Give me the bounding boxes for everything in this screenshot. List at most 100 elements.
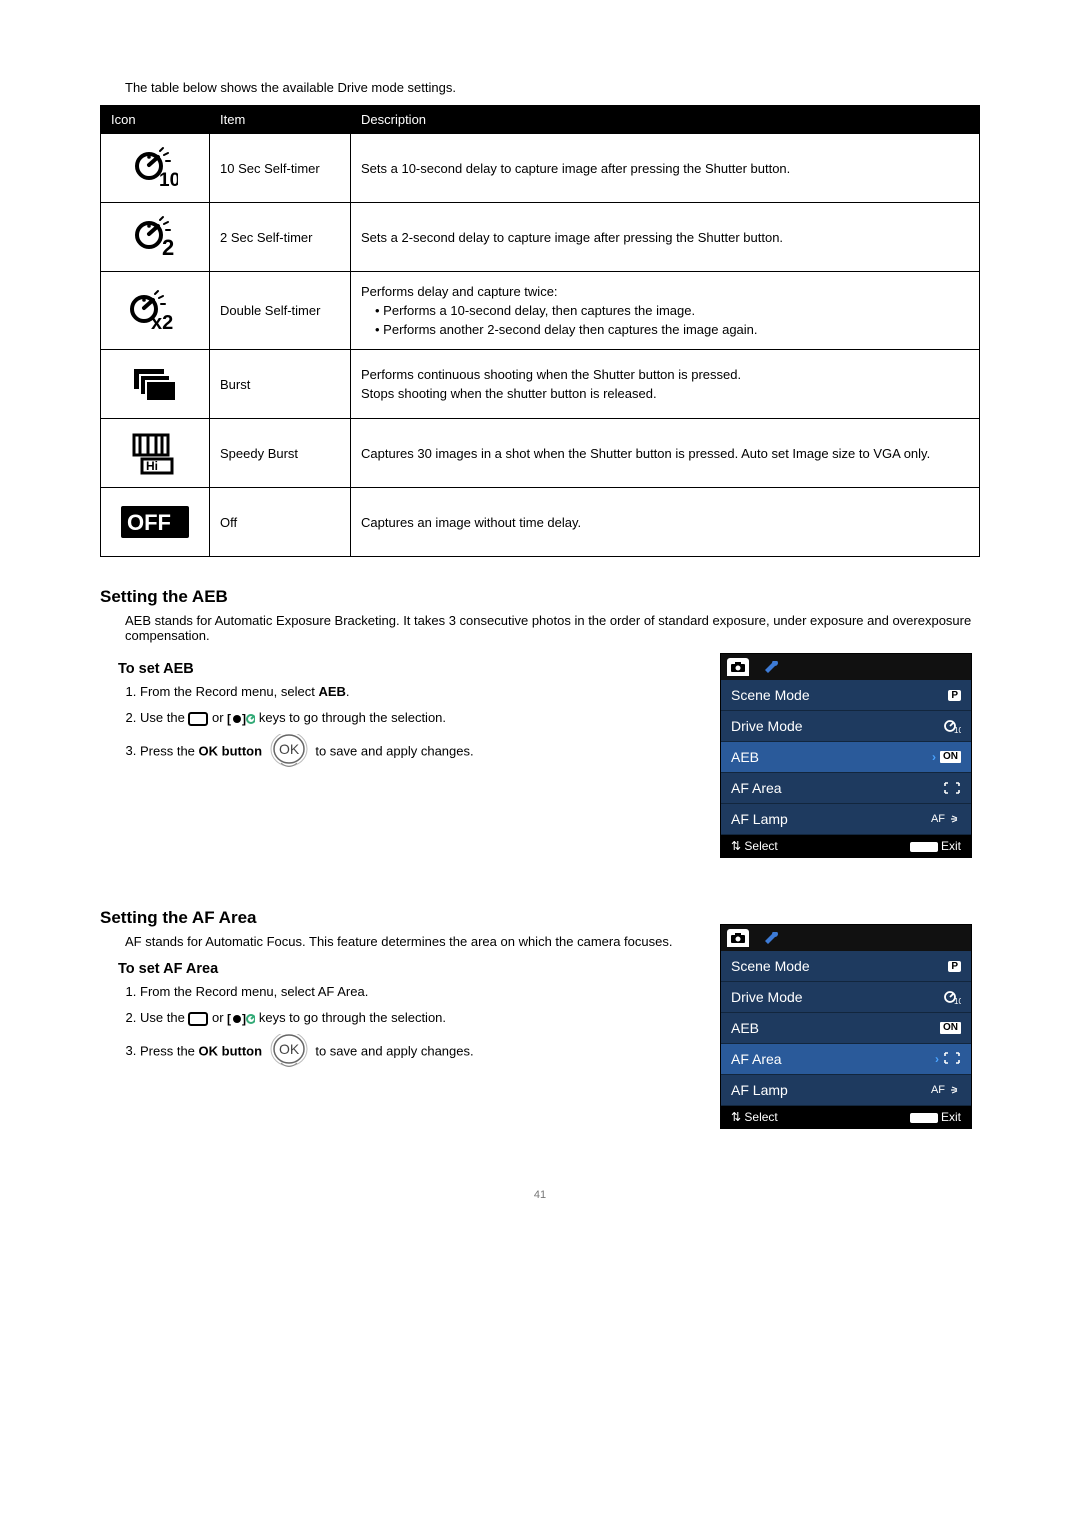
af-area-value-icon bbox=[943, 1051, 961, 1068]
list-item: From the Record menu, select AF Area. bbox=[140, 981, 700, 1003]
self-timer-2-icon: 2 bbox=[132, 228, 178, 243]
menu-item-af-lamp: AF Lamp AF bbox=[721, 1075, 971, 1106]
menu-label: Scene Mode bbox=[731, 958, 810, 974]
footer-select: Select bbox=[744, 1110, 777, 1124]
item-label: 10 Sec Self-timer bbox=[210, 134, 351, 203]
th-item: Item bbox=[210, 106, 351, 134]
camera-tab-icon bbox=[727, 929, 749, 947]
wrench-tab-icon bbox=[759, 929, 781, 947]
desc-bullet: Performs a 10-second delay, then capture… bbox=[383, 303, 695, 318]
item-description: Captures an image without time delay. bbox=[351, 488, 980, 557]
svg-text:2: 2 bbox=[162, 235, 174, 260]
list-item: Press the OK button OK to save and apply… bbox=[140, 1034, 700, 1070]
camera-tab-icon bbox=[727, 658, 749, 676]
menu-item-drive-mode: Drive Mode 10 bbox=[721, 982, 971, 1013]
flash-self-timer-key-icon: [ ] bbox=[227, 1008, 255, 1030]
aeb-paragraph: AEB stands for Automatic Exposure Bracke… bbox=[125, 613, 980, 643]
step-bold: OK button bbox=[199, 1043, 263, 1058]
menu-item-af-area: AF Area › bbox=[721, 1044, 971, 1075]
af-lamp-value-icon: AF bbox=[931, 1084, 961, 1096]
step-text: or bbox=[212, 710, 227, 725]
svg-text:[: [ bbox=[227, 1012, 231, 1026]
page-number: 41 bbox=[100, 1189, 980, 1201]
p-badge-icon: P bbox=[948, 961, 961, 972]
svg-text:OFF: OFF bbox=[127, 510, 171, 535]
item-label: Double Self-timer bbox=[210, 272, 351, 350]
item-description: Sets a 10-second delay to capture image … bbox=[351, 134, 980, 203]
macro-key-icon bbox=[188, 708, 208, 730]
table-row: 2 2 Sec Self-timer Sets a 2-second delay… bbox=[101, 203, 980, 272]
arrow-right-icon: › bbox=[932, 750, 936, 764]
step-text: Press the bbox=[140, 743, 199, 758]
aeb-steps: From the Record menu, select AEB. Use th… bbox=[140, 681, 700, 770]
burst-icon bbox=[130, 375, 180, 390]
desc-bullet: Performs another 2-second delay then cap… bbox=[383, 322, 757, 337]
af-area-value-icon bbox=[943, 781, 961, 795]
ok-button-icon: OK bbox=[266, 1034, 312, 1070]
svg-text:10: 10 bbox=[954, 997, 961, 1005]
item-description: Performs delay and capture twice: • Perf… bbox=[351, 272, 980, 350]
camera-menu-aeb: Scene Mode P Drive Mode 10 AEB › ON AF A… bbox=[720, 653, 972, 858]
list-item: Press the OK button OK to save and apply… bbox=[140, 734, 700, 770]
th-icon: Icon bbox=[101, 106, 210, 134]
af-area-steps: From the Record menu, select AF Area. Us… bbox=[140, 981, 700, 1070]
step-text: keys to go through the selection. bbox=[259, 1010, 446, 1025]
step-text: or bbox=[212, 1010, 227, 1025]
desc-intro: Performs delay and capture twice: bbox=[361, 284, 969, 299]
item-description: Performs continuous shooting when the Sh… bbox=[351, 350, 980, 419]
step-bold: OK button bbox=[199, 743, 263, 758]
off-icon: OFF bbox=[120, 513, 190, 528]
step-bold: AEB bbox=[318, 684, 345, 699]
svg-text:10: 10 bbox=[954, 726, 961, 734]
updown-arrows-icon: ⇅ bbox=[731, 839, 741, 853]
item-description: Captures 30 images in a shot when the Sh… bbox=[351, 419, 980, 488]
svg-text:]: ] bbox=[242, 1012, 246, 1026]
menu-label: Drive Mode bbox=[731, 989, 803, 1005]
to-set-af-area-heading: To set AF Area bbox=[118, 961, 700, 977]
on-badge-icon: ON bbox=[940, 1022, 961, 1034]
step-text: Use the bbox=[140, 710, 188, 725]
footer-exit: Exit bbox=[941, 1110, 961, 1124]
setting-the-aeb-heading: Setting the AEB bbox=[100, 587, 980, 607]
menu-label: AF Area bbox=[731, 1051, 782, 1067]
menu-item-scene-mode: Scene Mode P bbox=[721, 680, 971, 711]
updown-arrows-icon: ⇅ bbox=[731, 1110, 741, 1124]
drive-mode-table: Icon Item Description bbox=[100, 105, 980, 557]
list-item: Use the or [ ] keys to go through the se… bbox=[140, 1007, 700, 1030]
th-description: Description bbox=[351, 106, 980, 134]
table-row: Burst Performs continuous shooting when … bbox=[101, 350, 980, 419]
menu-item-drive-mode: Drive Mode 10 bbox=[721, 711, 971, 742]
menu-item-aeb: AEB › ON bbox=[721, 742, 971, 773]
desc-line: Stops shooting when the shutter button i… bbox=[361, 386, 969, 401]
item-label: Off bbox=[210, 488, 351, 557]
flash-self-timer-key-icon: [ ] bbox=[227, 708, 255, 730]
item-label: 2 Sec Self-timer bbox=[210, 203, 351, 272]
on-badge-icon: ON bbox=[940, 751, 961, 763]
arrow-right-icon: › bbox=[935, 1052, 939, 1066]
self-timer-10-icon: 10 bbox=[132, 159, 178, 174]
to-set-aeb-heading: To set AEB bbox=[118, 661, 700, 677]
camera-menu-af-area: Scene Mode P Drive Mode 10 AEB ON AF Are… bbox=[720, 924, 972, 1129]
item-label: Burst bbox=[210, 350, 351, 419]
ok-label: OK bbox=[279, 1041, 300, 1057]
speedy-burst-icon: Hi bbox=[128, 444, 182, 459]
step-text: keys to go through the selection. bbox=[259, 710, 446, 725]
setting-the-af-area-heading: Setting the AF Area bbox=[100, 908, 700, 928]
menu-item-scene-mode: Scene Mode P bbox=[721, 951, 971, 982]
menu-label: AF Lamp bbox=[731, 811, 788, 827]
menu-item-af-area: AF Area bbox=[721, 773, 971, 804]
ok-button-icon: OK bbox=[266, 734, 312, 770]
svg-text:Hi: Hi bbox=[146, 459, 158, 473]
list-item: Use the or [ ] keys to go through the se… bbox=[140, 707, 700, 730]
table-row: Hi Speedy Burst Captures 30 images in a … bbox=[101, 419, 980, 488]
af-area-paragraph: AF stands for Automatic Focus. This feat… bbox=[125, 934, 700, 949]
svg-text:x2: x2 bbox=[151, 312, 173, 334]
menu-label: AEB bbox=[731, 1020, 759, 1036]
step-text: From the Record menu, select bbox=[140, 684, 318, 699]
macro-key-icon bbox=[188, 1008, 208, 1030]
menu-badge-icon: Menu bbox=[910, 842, 938, 852]
wrench-tab-icon bbox=[759, 658, 781, 676]
table-row: OFF Off Captures an image without time d… bbox=[101, 488, 980, 557]
step-text: . bbox=[346, 684, 350, 699]
menu-label: Drive Mode bbox=[731, 718, 803, 734]
